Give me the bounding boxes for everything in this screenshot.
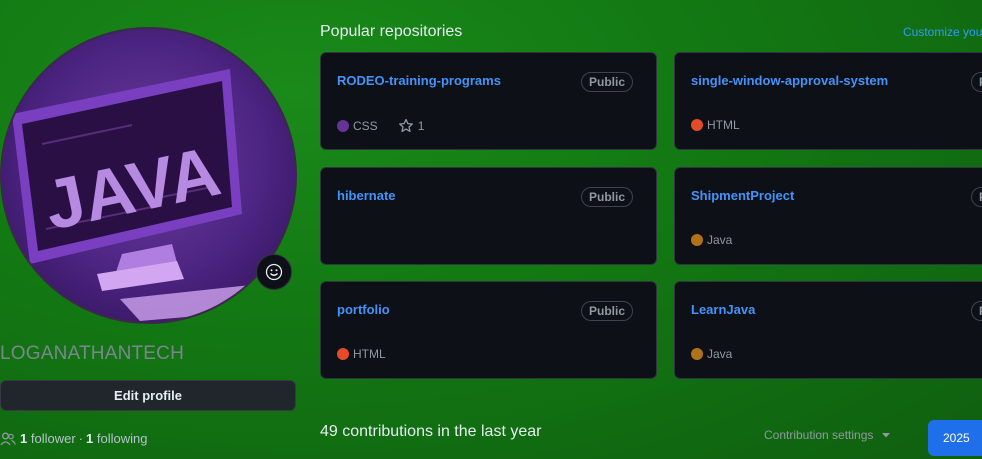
people-icon [0,432,16,445]
avatar[interactable]: JAVA [0,27,297,324]
java-monitor-illustration: JAVA [12,69,280,321]
visibility-badge: Public [970,187,982,207]
language-color-dot [337,120,349,132]
separator-dot: · [78,431,83,446]
repo-link[interactable]: ShipmentProject [691,188,794,203]
followers-link[interactable]: 1 follower [20,431,76,446]
language-color-dot [691,348,703,360]
popular-repos-title: Popular repositories [320,23,463,40]
visibility-badge: Public [580,301,633,321]
stars-link[interactable]: 1 [398,118,425,134]
repo-card: portfolio Public HTML [320,281,657,379]
profile-username: LOGANATHANTECH [0,343,185,364]
repo-language: Java [707,233,733,247]
repo-meta: HTML [691,118,740,132]
set-status-button[interactable] [256,254,292,290]
repo-meta: HTML [337,347,386,361]
following-label: following [96,431,148,446]
followers-count: 1 [20,431,28,446]
year-2025-button[interactable]: 2025 [928,420,982,456]
visibility-badge: Public [580,72,633,92]
repo-link[interactable]: RODEO-training-programs [337,73,501,88]
contributions-heading: 49 contributions in the last year [320,423,542,440]
contribution-settings-dropdown[interactable]: Contribution settings [764,428,891,442]
repo-link[interactable]: hibernate [337,188,396,203]
followers-label: follower [30,431,76,446]
following-count: 1 [86,431,94,446]
following-link[interactable]: 1 following [86,431,147,446]
repo-meta: Java [691,347,732,361]
repo-meta: CSS 1 [337,118,424,134]
repo-card: hibernate Public [320,167,657,265]
repo-language: HTML [707,118,740,132]
follow-stats: 1 follower · 1 following [0,431,147,446]
repo-language: Java [707,347,733,361]
language-color-dot [691,234,703,246]
smiley-icon [265,263,283,281]
repo-link[interactable]: single-window-approval-system [691,73,888,88]
repo-link[interactable]: portfolio [337,302,390,317]
caret-down-icon [882,433,891,438]
repo-link[interactable]: LearnJava [691,302,755,317]
avatar-container: JAVA [0,27,297,324]
customize-pins-link[interactable]: Customize you [903,25,982,39]
repo-card: ShipmentProject Public Java [674,167,982,265]
repo-card: single-window-approval-system Public HTM… [674,52,982,150]
repo-language: HTML [353,347,386,361]
repo-card: RODEO-training-programs Public CSS 1 [320,52,657,150]
edit-profile-button[interactable]: Edit profile [0,380,296,411]
visibility-badge: Public [580,187,633,207]
visibility-badge: Public [970,301,982,321]
language-color-dot [691,119,703,131]
repo-card: LearnJava Public Java [674,281,982,379]
language-color-dot [337,348,349,360]
star-count: 1 [417,119,425,133]
star-icon [398,118,413,133]
visibility-badge: Public [970,72,982,92]
contribution-settings-label: Contribution settings [764,428,874,442]
repo-language: CSS [353,119,378,133]
repo-meta: Java [691,233,732,247]
